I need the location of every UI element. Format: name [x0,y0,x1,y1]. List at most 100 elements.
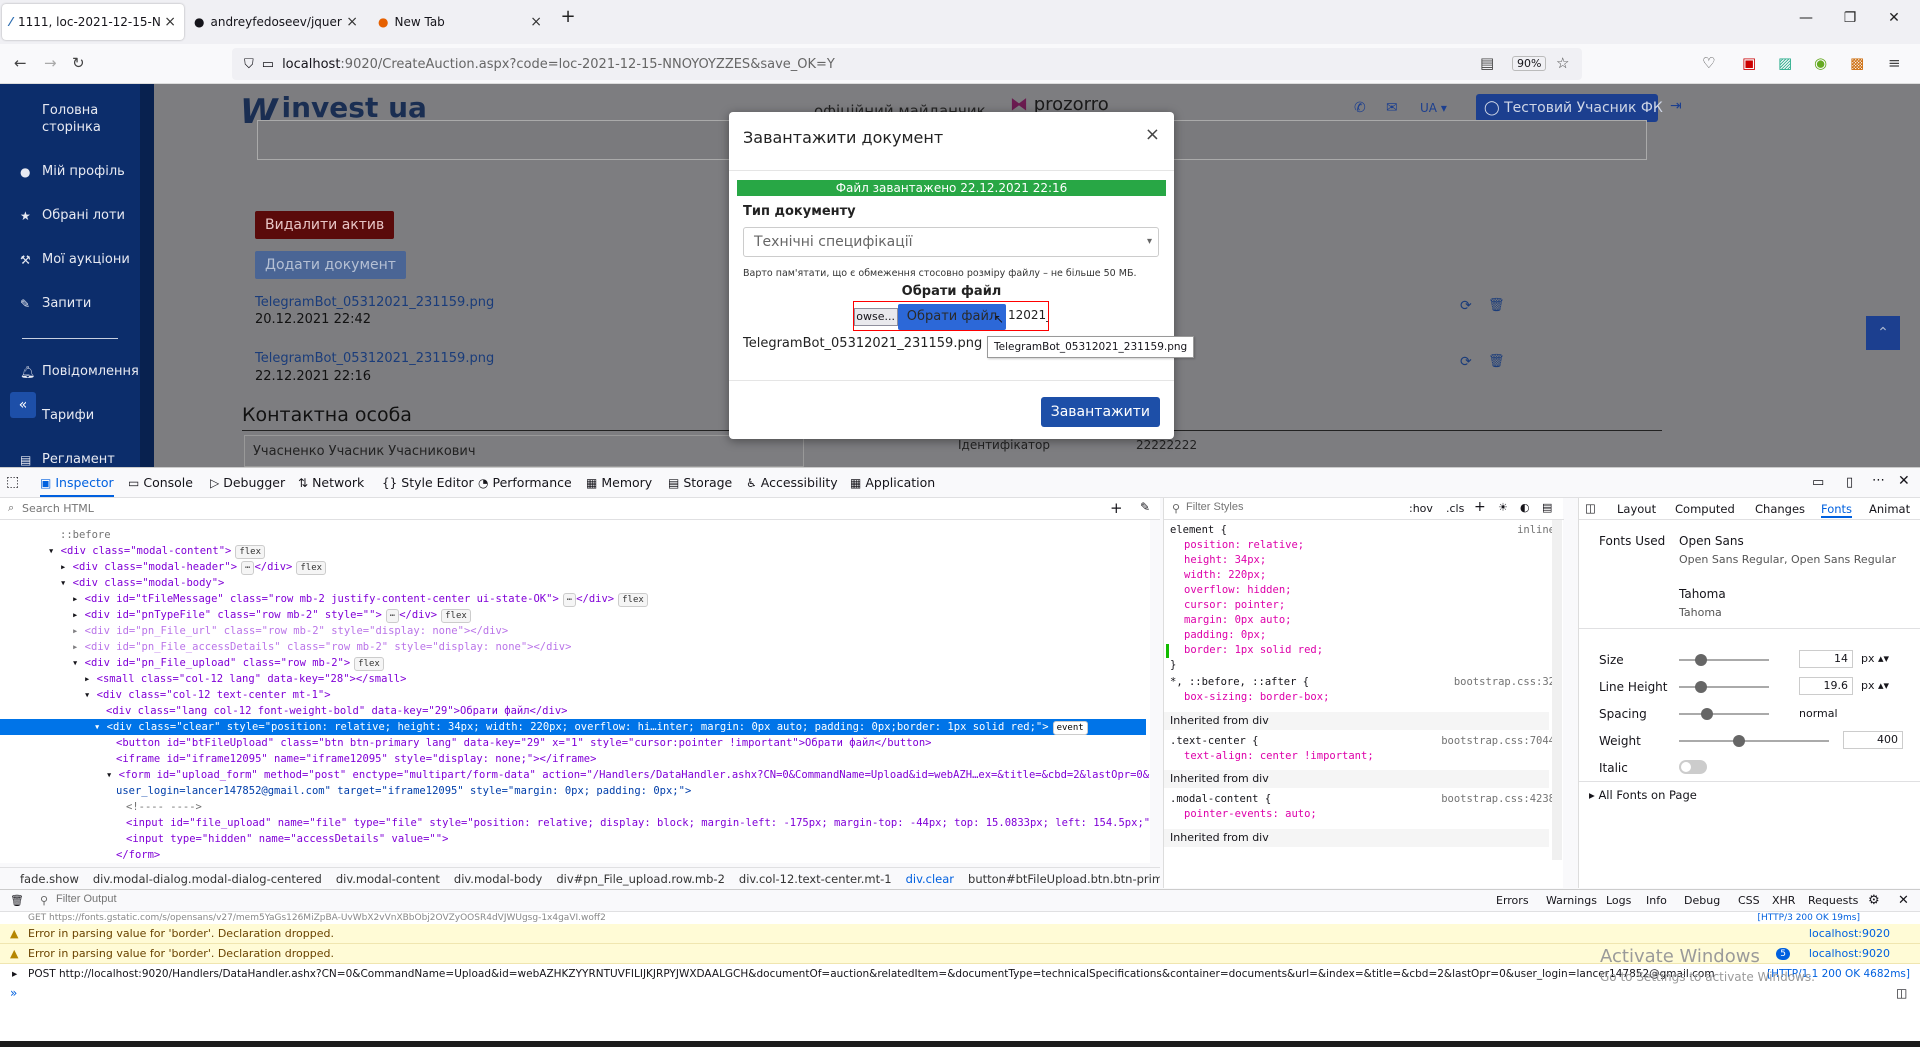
tree-node[interactable]: ▾ <div id="pn_File_upload" class="row mb… [0,655,1146,671]
forward-icon[interactable]: → [44,54,57,72]
doc-type-select[interactable]: Технічні специфікації ▾ [743,227,1159,257]
breadcrumb-item[interactable]: div.clear [906,872,954,886]
tree-node[interactable]: ▸ <div id="pn_File_accessDetails" class=… [0,639,1146,655]
tree-node[interactable]: ::before [0,527,1146,543]
log-source[interactable]: localhost:9020 [1809,944,1890,964]
extension-icon[interactable]: ▣ [1742,54,1756,72]
dark-scheme-icon[interactable]: ◐ [1520,501,1530,514]
line-height-slider[interactable] [1679,681,1769,693]
collapse-icon[interactable]: « [10,392,36,418]
menu-icon[interactable]: ≡ [1888,54,1901,72]
hov-toggle[interactable]: :hov [1409,502,1433,515]
rule-selector[interactable]: .text-center { [1170,735,1259,747]
console-network-row[interactable]: GET https://fonts.gstatic.com/s/opensans… [0,912,1920,924]
tree-node[interactable]: <input id="file_upload" name="file" type… [0,815,1150,831]
italic-toggle[interactable] [1679,760,1707,774]
breadcrumb-item[interactable]: div.modal-body [454,872,542,886]
save-icon[interactable]: ▨ [1778,54,1792,72]
mail-icon[interactable]: ✉ [1386,100,1398,116]
flex-badge[interactable]: flex [354,657,384,671]
sidebar-scrollbar[interactable] [140,84,154,467]
rule-selector[interactable]: .modal-content { [1170,793,1271,805]
document-link[interactable]: TelegramBot_05312021_231159.png [255,351,494,366]
close-icon[interactable]: × [164,14,176,30]
url-bar[interactable]: ⛉ ▭ localhost :9020/CreateAuction.aspx?c… [232,48,1582,80]
tab-layout[interactable]: Layout [1617,502,1656,516]
eyedropper-icon[interactable]: ✎ [1140,500,1150,514]
close-window-icon[interactable]: ✕ [1884,10,1904,26]
sidebar-item-messages[interactable]: 🔔︎ Повідомлення [20,364,139,379]
contact-name-field[interactable]: Учасненко Учасник Учасникович [244,435,804,467]
tab-changes[interactable]: Changes [1755,502,1805,516]
tree-node[interactable]: <button id="btFileUpload" class="btn btn… [0,735,1146,751]
console-prompt[interactable]: » [10,986,17,1000]
sidebar-item-requests[interactable]: ✎ Запити [20,296,91,311]
ellipsis-badge[interactable]: ⋯ [241,561,255,575]
tab-inspector[interactable]: ▣ Inspector [40,475,114,497]
filter-info[interactable]: Info [1646,894,1667,907]
sidebar-item-profile[interactable]: ● Мій профіль [20,164,125,179]
tree-node[interactable]: ▸ <div class="modal-header"> ⋯ </div> flex [0,559,1146,575]
minimize-icon[interactable]: — [1796,10,1816,26]
rule-declaration[interactable]: text-align: center !important; [1184,750,1374,762]
rule-declaration[interactable]: border: 1px solid red; [1184,644,1323,656]
tree-node[interactable]: ▾ <div class="modal-body"> [0,575,1146,591]
editor-mode-icon[interactable]: ◫ [1896,986,1907,1000]
size-slider[interactable] [1679,654,1769,666]
breadcrumb-item[interactable]: button#btFileUpload.btn.btn-primary.lang [968,872,1160,886]
breadcrumb-item[interactable]: div.col-12.text-center.mt-1 [739,872,892,886]
tab-fonts[interactable]: Fonts [1821,502,1853,518]
tab-application[interactable]: ▦ Application [850,475,935,490]
rule-declaration[interactable]: box-sizing: border-box; [1184,691,1329,703]
light-scheme-icon[interactable]: ☀ [1498,501,1508,514]
browse-button[interactable]: owse... [854,308,898,326]
tab-debugger[interactable]: ▷ Debugger [210,475,285,490]
tab-accessibility[interactable]: ♿︎ Accessibility [746,475,838,490]
responsive-icon[interactable]: ▯ [1846,475,1853,490]
add-document-button[interactable]: Додати документ [255,251,406,279]
tab-computed[interactable]: Computed [1675,502,1735,516]
refresh-icon[interactable]: ⟳ [1460,298,1472,314]
rule-declaration[interactable]: overflow: hidden; [1184,584,1291,596]
tree-node[interactable]: </form> [0,847,1146,863]
back-icon[interactable]: ← [14,54,27,72]
breadcrumb-item[interactable]: div.modal-content [336,872,440,886]
size-unit[interactable]: px ▴▾ [1861,652,1889,665]
logout-icon[interactable]: ⇥ [1670,98,1682,114]
breadcrumb-item[interactable]: fade.show [20,872,79,886]
ellipsis-badge[interactable]: ⋯ [385,609,400,623]
slider-knob[interactable] [1695,681,1707,693]
more-icon[interactable]: ⋯ [1872,473,1885,488]
tree-node[interactable]: ▸ <div id="tFileMessage" class="row mb-2… [0,591,1146,607]
trash-icon[interactable]: 🗑︎ [1488,354,1505,369]
filter-output-input[interactable] [56,893,356,905]
breadcrumb-item[interactable]: div#pn_File_upload.row.mb-2 [556,872,725,886]
toggle-pane-icon[interactable]: ◫ [1585,501,1596,515]
delete-asset-button[interactable]: Видалити актив [255,211,395,239]
flex-badge[interactable]: flex [441,609,471,623]
tree-node[interactable]: ▾ <div class="col-12 text-center mt-1"> [0,687,1146,703]
tree-node[interactable]: <div class="lang col-12 font-weight-bold… [0,703,1146,719]
extension-icon[interactable]: ◉ [1814,54,1827,72]
tab-network[interactable]: ⇅ Network [298,475,364,490]
tab-storage[interactable]: ▤ Storage [668,475,732,490]
filter-requests[interactable]: Requests [1808,894,1858,907]
tab-animations[interactable]: Animat [1869,502,1910,516]
tree-node[interactable]: <input type="hidden" name="accessDetails… [0,831,1146,847]
rules-scrollbar[interactable] [1552,520,1562,860]
slider-knob[interactable] [1733,735,1745,747]
weight-slider[interactable] [1679,735,1829,747]
spacing-slider[interactable] [1679,708,1769,720]
rule-declaration[interactable]: width: 220px; [1184,569,1266,581]
tree-node[interactable]: ▸ <div id="pnTypeFile" class="row mb-2" … [0,607,1146,623]
sidebar-item-regulations[interactable]: ▤ Регламент [20,452,115,467]
rule-source[interactable]: bootstrap.css:32 [1454,676,1555,688]
rule-declaration[interactable]: height: 34px; [1184,554,1266,566]
ellipsis-badge[interactable]: ⋯ [562,593,577,607]
tab-performance[interactable]: ◔ Performance [478,475,572,490]
tree-node[interactable]: user_login=lancer147852@gmail.com" targe… [0,783,1146,799]
filter-logs[interactable]: Logs [1606,894,1631,907]
event-badge[interactable]: event [1052,721,1088,735]
choose-file-button[interactable]: Обрати файл [898,304,1006,330]
filter-xhr[interactable]: XHR [1772,894,1795,907]
